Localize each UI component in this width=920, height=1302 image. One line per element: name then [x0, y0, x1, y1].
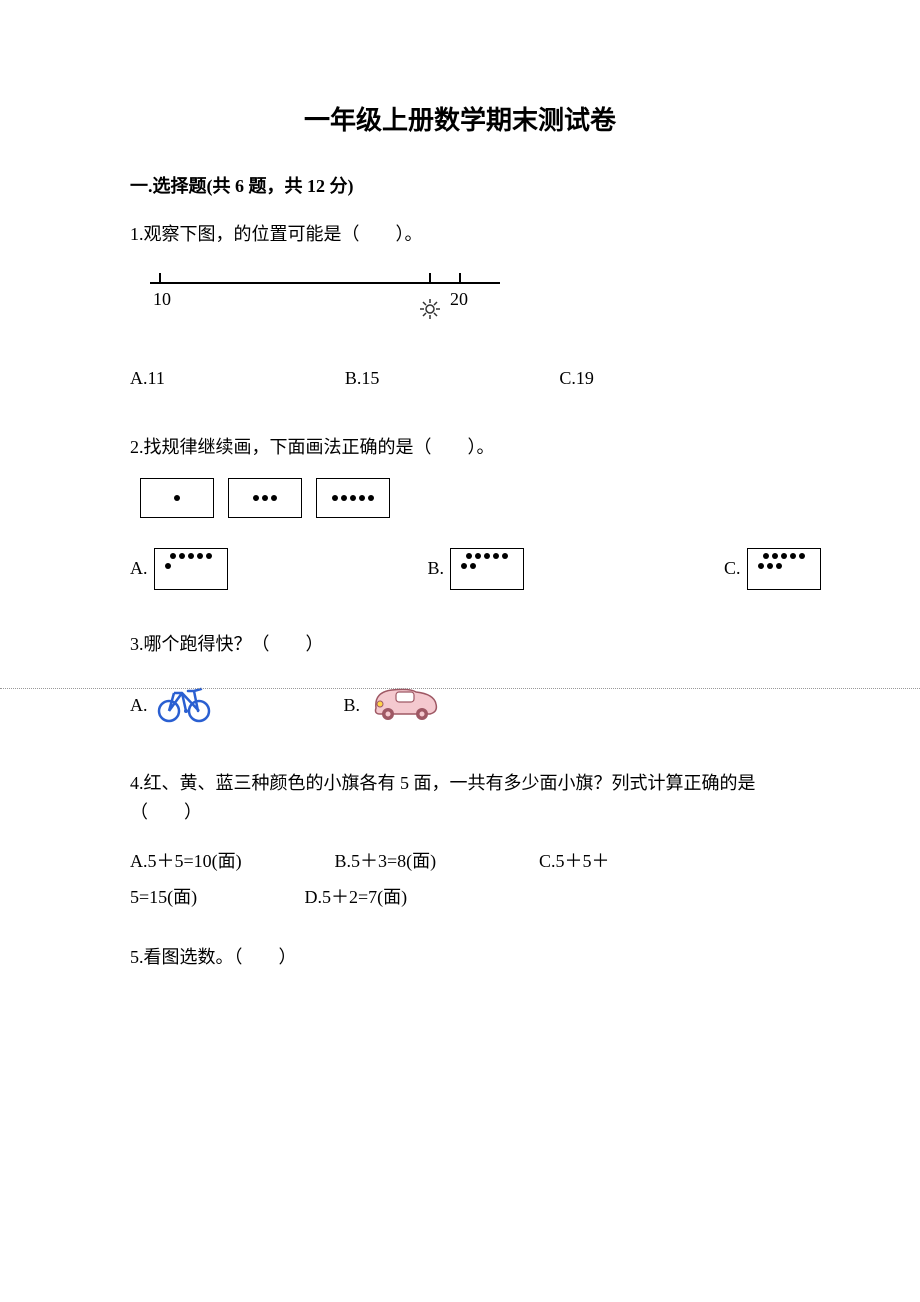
- q1-option-b[interactable]: B.15: [345, 364, 380, 393]
- question-4: 4.红、黄、蓝三种颜色的小旗各有 5 面，一共有多少面小旗？列式计算正确的是（ …: [130, 769, 790, 915]
- question-3: 3.哪个跑得快？（ ） A. B.: [130, 630, 790, 734]
- question-1: 1.观察下图，的位置可能是（ ）。 10 20: [130, 220, 790, 392]
- tick-label-10: 10: [153, 289, 171, 309]
- car-icon: [366, 678, 444, 733]
- pattern-box-3: [228, 478, 302, 518]
- q2-text: 2.找规律继续画，下面画法正确的是（ ）。: [130, 433, 790, 462]
- question-5: 5.看图选数。（ ）: [130, 943, 790, 972]
- sun-marker-icon: [420, 299, 440, 319]
- page-title: 一年级上册数学期末测试卷: [130, 100, 790, 142]
- q4-option-c-prefix[interactable]: C.5＋5＋: [539, 843, 610, 879]
- q1-option-a[interactable]: A.11: [130, 364, 165, 393]
- q2-option-c[interactable]: C.: [724, 548, 821, 590]
- page-divider: [0, 688, 920, 689]
- q4-option-b[interactable]: B.5＋3=8(面): [335, 843, 535, 879]
- pattern-box-5: [316, 478, 390, 518]
- q2-pattern-sequence: [140, 478, 790, 518]
- tick-label-20: 20: [450, 289, 468, 309]
- q1-number-line: 10 20: [140, 265, 790, 334]
- q2-options: A. B. C.: [130, 548, 790, 590]
- option-a-box: [154, 548, 228, 590]
- q4-option-a[interactable]: A.5＋5=10(面): [130, 843, 330, 879]
- section-header: 一.选择题(共 6 题，共 12 分): [130, 172, 790, 201]
- q5-text: 5.看图选数。（ ）: [130, 943, 790, 972]
- option-c-box: [747, 548, 821, 590]
- q1-options: A.11 B.15 C.19: [130, 364, 790, 393]
- q3-option-b[interactable]: B.: [344, 678, 445, 733]
- q1-text: 1.观察下图，的位置可能是（ ）。: [130, 220, 790, 249]
- q2-option-a[interactable]: A.: [130, 548, 228, 590]
- q4-option-d[interactable]: D.5＋2=7(面): [305, 879, 408, 915]
- q4-text: 4.红、黄、蓝三种颜色的小旗各有 5 面，一共有多少面小旗？列式计算正确的是（ …: [130, 769, 790, 827]
- option-b-box: [450, 548, 524, 590]
- pattern-box-1: [140, 478, 214, 518]
- q4-options: A.5＋5=10(面) B.5＋3=8(面) C.5＋5＋ 5=15(面) D.…: [130, 843, 790, 915]
- question-2: 2.找规律继续画，下面画法正确的是（ ）。 A. B. C.: [130, 433, 790, 590]
- q3-text: 3.哪个跑得快？（ ）: [130, 630, 790, 659]
- q4-option-c-suffix[interactable]: 5=15(面): [130, 879, 300, 915]
- q3-options: A. B.: [130, 678, 790, 733]
- q1-option-c[interactable]: C.19: [559, 364, 594, 393]
- q2-option-b[interactable]: B.: [428, 548, 525, 590]
